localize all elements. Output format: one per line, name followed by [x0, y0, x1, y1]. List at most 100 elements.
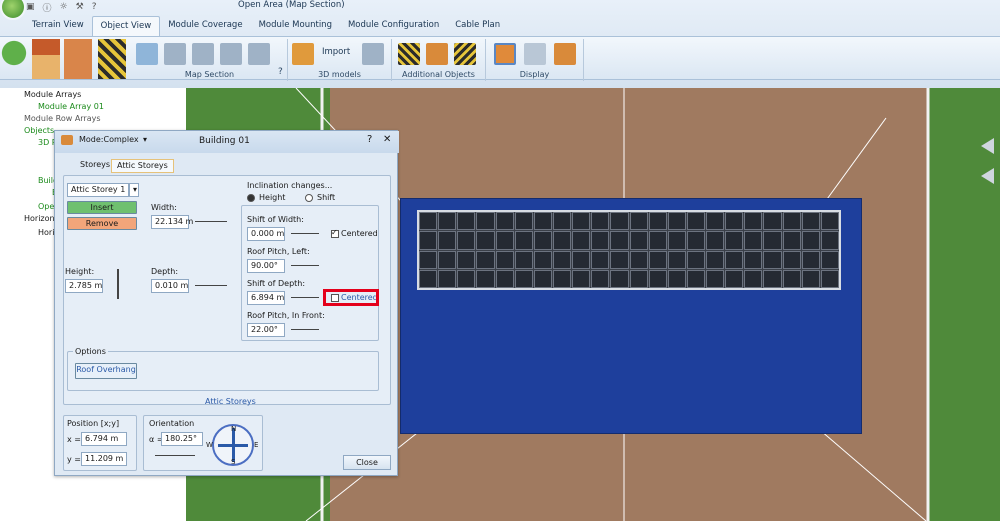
solar-panel [763, 250, 782, 269]
solar-panel-array[interactable] [417, 210, 841, 290]
tree-item-module-row-arrays[interactable]: Module Row Arrays [24, 114, 101, 123]
compass-west: W [206, 441, 213, 449]
solar-panel [514, 250, 533, 269]
depth-field[interactable]: 0.010 m [151, 279, 189, 293]
radio-shift[interactable] [305, 194, 313, 202]
solar-panel [782, 231, 801, 250]
solar-panel [552, 250, 572, 269]
shift-width-slider[interactable] [291, 229, 319, 237]
import-button[interactable]: Import [322, 47, 350, 57]
settings-icon[interactable]: ☼ [60, 2, 68, 12]
house-tool-icon[interactable] [32, 39, 60, 79]
dialog-close-icon[interactable]: ✕ [383, 134, 391, 145]
tab-terrain-view[interactable]: Terrain View [24, 16, 92, 36]
model-icon[interactable] [362, 43, 384, 65]
roof-tile-icon[interactable] [426, 43, 448, 65]
tree-item-module-array-01[interactable]: Module Array 01 [38, 102, 104, 111]
storey-select[interactable]: Attic Storey 1 [67, 183, 129, 197]
solar-panel [610, 212, 629, 231]
compass-east: E [254, 441, 259, 449]
tool-icon[interactable]: ⚒ [76, 2, 84, 12]
roof-pitch-left-slider[interactable] [291, 261, 319, 269]
height-slider[interactable] [117, 269, 119, 299]
map-warning-icon[interactable] [248, 43, 270, 65]
compass-south: S [231, 458, 236, 466]
tree-item-module-arrays[interactable]: Module Arrays [24, 90, 81, 99]
shift-width-field[interactable]: 0.000 m [247, 227, 285, 241]
map-image-icon[interactable] [220, 43, 242, 65]
app-menu-orb[interactable] [0, 0, 26, 20]
solar-panel [438, 269, 457, 288]
depth-slider[interactable] [195, 281, 227, 289]
roof-overhang-button[interactable]: Roof Overhang [75, 363, 137, 379]
radio-height[interactable] [247, 194, 255, 202]
display-cut-icon[interactable] [524, 43, 546, 65]
insert-button[interactable]: Insert [67, 201, 137, 214]
compass-dial[interactable]: N S W E [206, 424, 258, 466]
solar-panel [801, 250, 820, 269]
centered-width-label: Centered [341, 229, 378, 238]
remove-button[interactable]: Remove [67, 217, 137, 230]
solar-panel [801, 231, 820, 250]
width-label: Width: [151, 203, 177, 212]
tree-item-objects[interactable]: Objects [24, 126, 54, 135]
tab-attic-storeys[interactable]: Attic Storeys [111, 159, 174, 173]
solar-panel [629, 231, 648, 250]
tree-tool-icon[interactable] [0, 39, 28, 79]
tree-item-horizon[interactable]: Horizon [24, 214, 55, 223]
info-icon[interactable]: ⓘ [43, 1, 52, 14]
roof-pitch-front-field[interactable]: 22.00° [247, 323, 285, 337]
solar-panel [820, 231, 839, 250]
dialog-help-button[interactable]: ? [367, 134, 372, 145]
tab-module-coverage[interactable]: Module Coverage [160, 16, 250, 36]
display-frame-icon[interactable] [494, 43, 516, 65]
tab-module-mounting[interactable]: Module Mounting [251, 16, 340, 36]
height-field[interactable]: 2.785 m [65, 279, 103, 293]
storey-select-chevron-icon[interactable]: ▾ [129, 183, 139, 197]
shift-width-label: Shift of Width: [247, 215, 304, 224]
3d-models-label: 3D models [318, 70, 361, 79]
mode-dropdown-icon[interactable]: ▾ [143, 135, 147, 144]
solar-panel [744, 231, 763, 250]
shift-depth-slider[interactable] [291, 293, 319, 301]
roof-pitch-front-slider[interactable] [291, 325, 319, 333]
stripe-icon[interactable] [398, 43, 420, 65]
tab-cable-plan[interactable]: Cable Plan [447, 16, 508, 36]
roof-pitch-left-field[interactable]: 90.00° [247, 259, 285, 273]
barrier-tool-icon[interactable] [98, 39, 126, 79]
tab-module-configuration[interactable]: Module Configuration [340, 16, 447, 36]
help-glyph[interactable]: ? [278, 67, 283, 77]
solar-panel [419, 250, 438, 269]
solar-panel [552, 269, 572, 288]
solar-panel [533, 212, 552, 231]
width-field[interactable]: 22.134 m [151, 215, 193, 229]
x-field[interactable]: 6.794 m [81, 432, 127, 446]
wall-tool-icon[interactable] [64, 39, 92, 79]
help-icon[interactable]: ? [92, 2, 97, 12]
mode-selector[interactable]: Mode:Complex [79, 135, 139, 144]
tab-storeys[interactable]: Storeys [75, 159, 115, 173]
compass-north: N [231, 425, 237, 433]
map-layer-icon[interactable] [192, 43, 214, 65]
solar-panel [591, 231, 610, 250]
tab-object-view[interactable]: Object View [91, 16, 161, 36]
solar-panel [763, 212, 782, 231]
import-icon[interactable] [292, 43, 314, 65]
close-button[interactable]: Close [343, 455, 391, 470]
width-slider[interactable] [195, 217, 227, 225]
solar-panel [572, 269, 591, 288]
map-marker-icon[interactable] [164, 43, 186, 65]
y-field[interactable]: 11.209 m [81, 452, 127, 466]
open-area-link[interactable]: Open Area (Map Section) [238, 0, 345, 10]
additional-objects-label: Additional Objects [402, 70, 475, 79]
shift-depth-field[interactable]: 6.894 m [247, 291, 285, 305]
inclination-label: Inclination changes... [247, 181, 333, 190]
y-label: y = [67, 455, 81, 464]
alpha-field[interactable]: 180.25° [161, 432, 203, 446]
orientation-slider[interactable] [155, 451, 195, 459]
map-pin-icon[interactable] [136, 43, 158, 65]
display-roof-icon[interactable] [554, 43, 576, 65]
hatch-icon[interactable] [454, 43, 476, 65]
solar-panel [552, 212, 572, 231]
save-icon[interactable]: ▣ [26, 2, 35, 12]
